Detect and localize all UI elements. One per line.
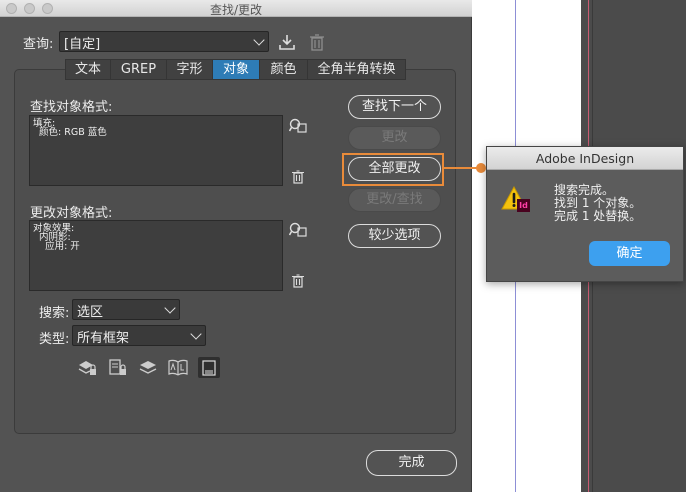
- include-footnotes-icon[interactable]: [198, 357, 220, 378]
- clear-find-format-icon[interactable]: [289, 168, 307, 186]
- change-format-label: 更改对象格式:: [30, 206, 113, 221]
- find-format-label: 查找对象格式:: [30, 100, 113, 115]
- alert-message-line: 完成 1 处替换。: [554, 209, 642, 223]
- find-format-line: 颜色: RGB 蓝色: [33, 127, 107, 138]
- tab-color[interactable]: 颜色: [259, 59, 308, 80]
- query-select[interactable]: [自定]: [59, 31, 269, 52]
- tab-grep[interactable]: GREP: [110, 59, 167, 80]
- include-hidden-layers-icon[interactable]: [138, 358, 158, 378]
- done-button[interactable]: 完成: [366, 450, 457, 476]
- change-button[interactable]: 更改: [348, 126, 441, 150]
- query-value: [自定]: [64, 37, 101, 52]
- chevron-down-icon: [164, 302, 176, 314]
- alert-title: Adobe InDesign: [487, 147, 683, 170]
- save-query-icon[interactable]: [278, 33, 296, 51]
- type-label: 类型:: [39, 332, 70, 347]
- change-format-line: 应用: 开: [33, 241, 80, 252]
- type-value: 所有框架: [77, 331, 130, 346]
- window-title: 查找/更改: [209, 3, 263, 17]
- specify-find-format-icon[interactable]: [289, 117, 307, 135]
- search-scope-select[interactable]: 选区: [72, 299, 180, 320]
- type-select[interactable]: 所有框架: [72, 325, 206, 346]
- tab-glyph[interactable]: 字形: [166, 59, 213, 80]
- fewer-options-button[interactable]: 较少选项: [348, 224, 441, 248]
- warning-icon: Id: [501, 185, 531, 215]
- find-change-dialog: 查找/更改 查询: [自定] 文本 GREP 字形 对象 颜色 全角半角转换 查…: [0, 0, 472, 492]
- search-scope-value: 选区: [77, 305, 104, 320]
- clear-change-format-icon[interactable]: [289, 272, 307, 290]
- search-label: 搜索:: [39, 306, 70, 321]
- tab-text[interactable]: 文本: [65, 59, 111, 80]
- indesign-badge: Id: [519, 201, 528, 210]
- callout-dot: [476, 163, 486, 173]
- include-locked-objects-icon[interactable]: [108, 358, 128, 378]
- query-label: 查询:: [23, 37, 54, 52]
- find-next-button[interactable]: 查找下一个: [348, 95, 441, 119]
- tab-transliterate[interactable]: 全角半角转换: [307, 59, 406, 80]
- chevron-down-icon: [253, 34, 265, 46]
- specify-change-format-icon[interactable]: [289, 221, 307, 239]
- chevron-down-icon: [190, 328, 202, 340]
- delete-query-icon[interactable]: [308, 33, 326, 51]
- ok-button[interactable]: 确定: [589, 241, 670, 266]
- change-find-button[interactable]: 更改/查找: [348, 188, 441, 212]
- include-master-pages-icon[interactable]: [168, 358, 188, 378]
- change-all-highlight: [342, 153, 444, 186]
- include-locked-layers-icon[interactable]: [78, 358, 98, 378]
- alert-message: 搜索完成。 找到 1 个对象。 完成 1 处替换。: [554, 184, 641, 223]
- tab-object[interactable]: 对象: [212, 59, 260, 80]
- change-format-box[interactable]: 对象效果: 内阴影: 应用: 开: [29, 220, 283, 291]
- find-format-box[interactable]: 填充: 颜色: RGB 蓝色: [29, 115, 283, 186]
- title-bar[interactable]: 查找/更改: [0, 0, 472, 17]
